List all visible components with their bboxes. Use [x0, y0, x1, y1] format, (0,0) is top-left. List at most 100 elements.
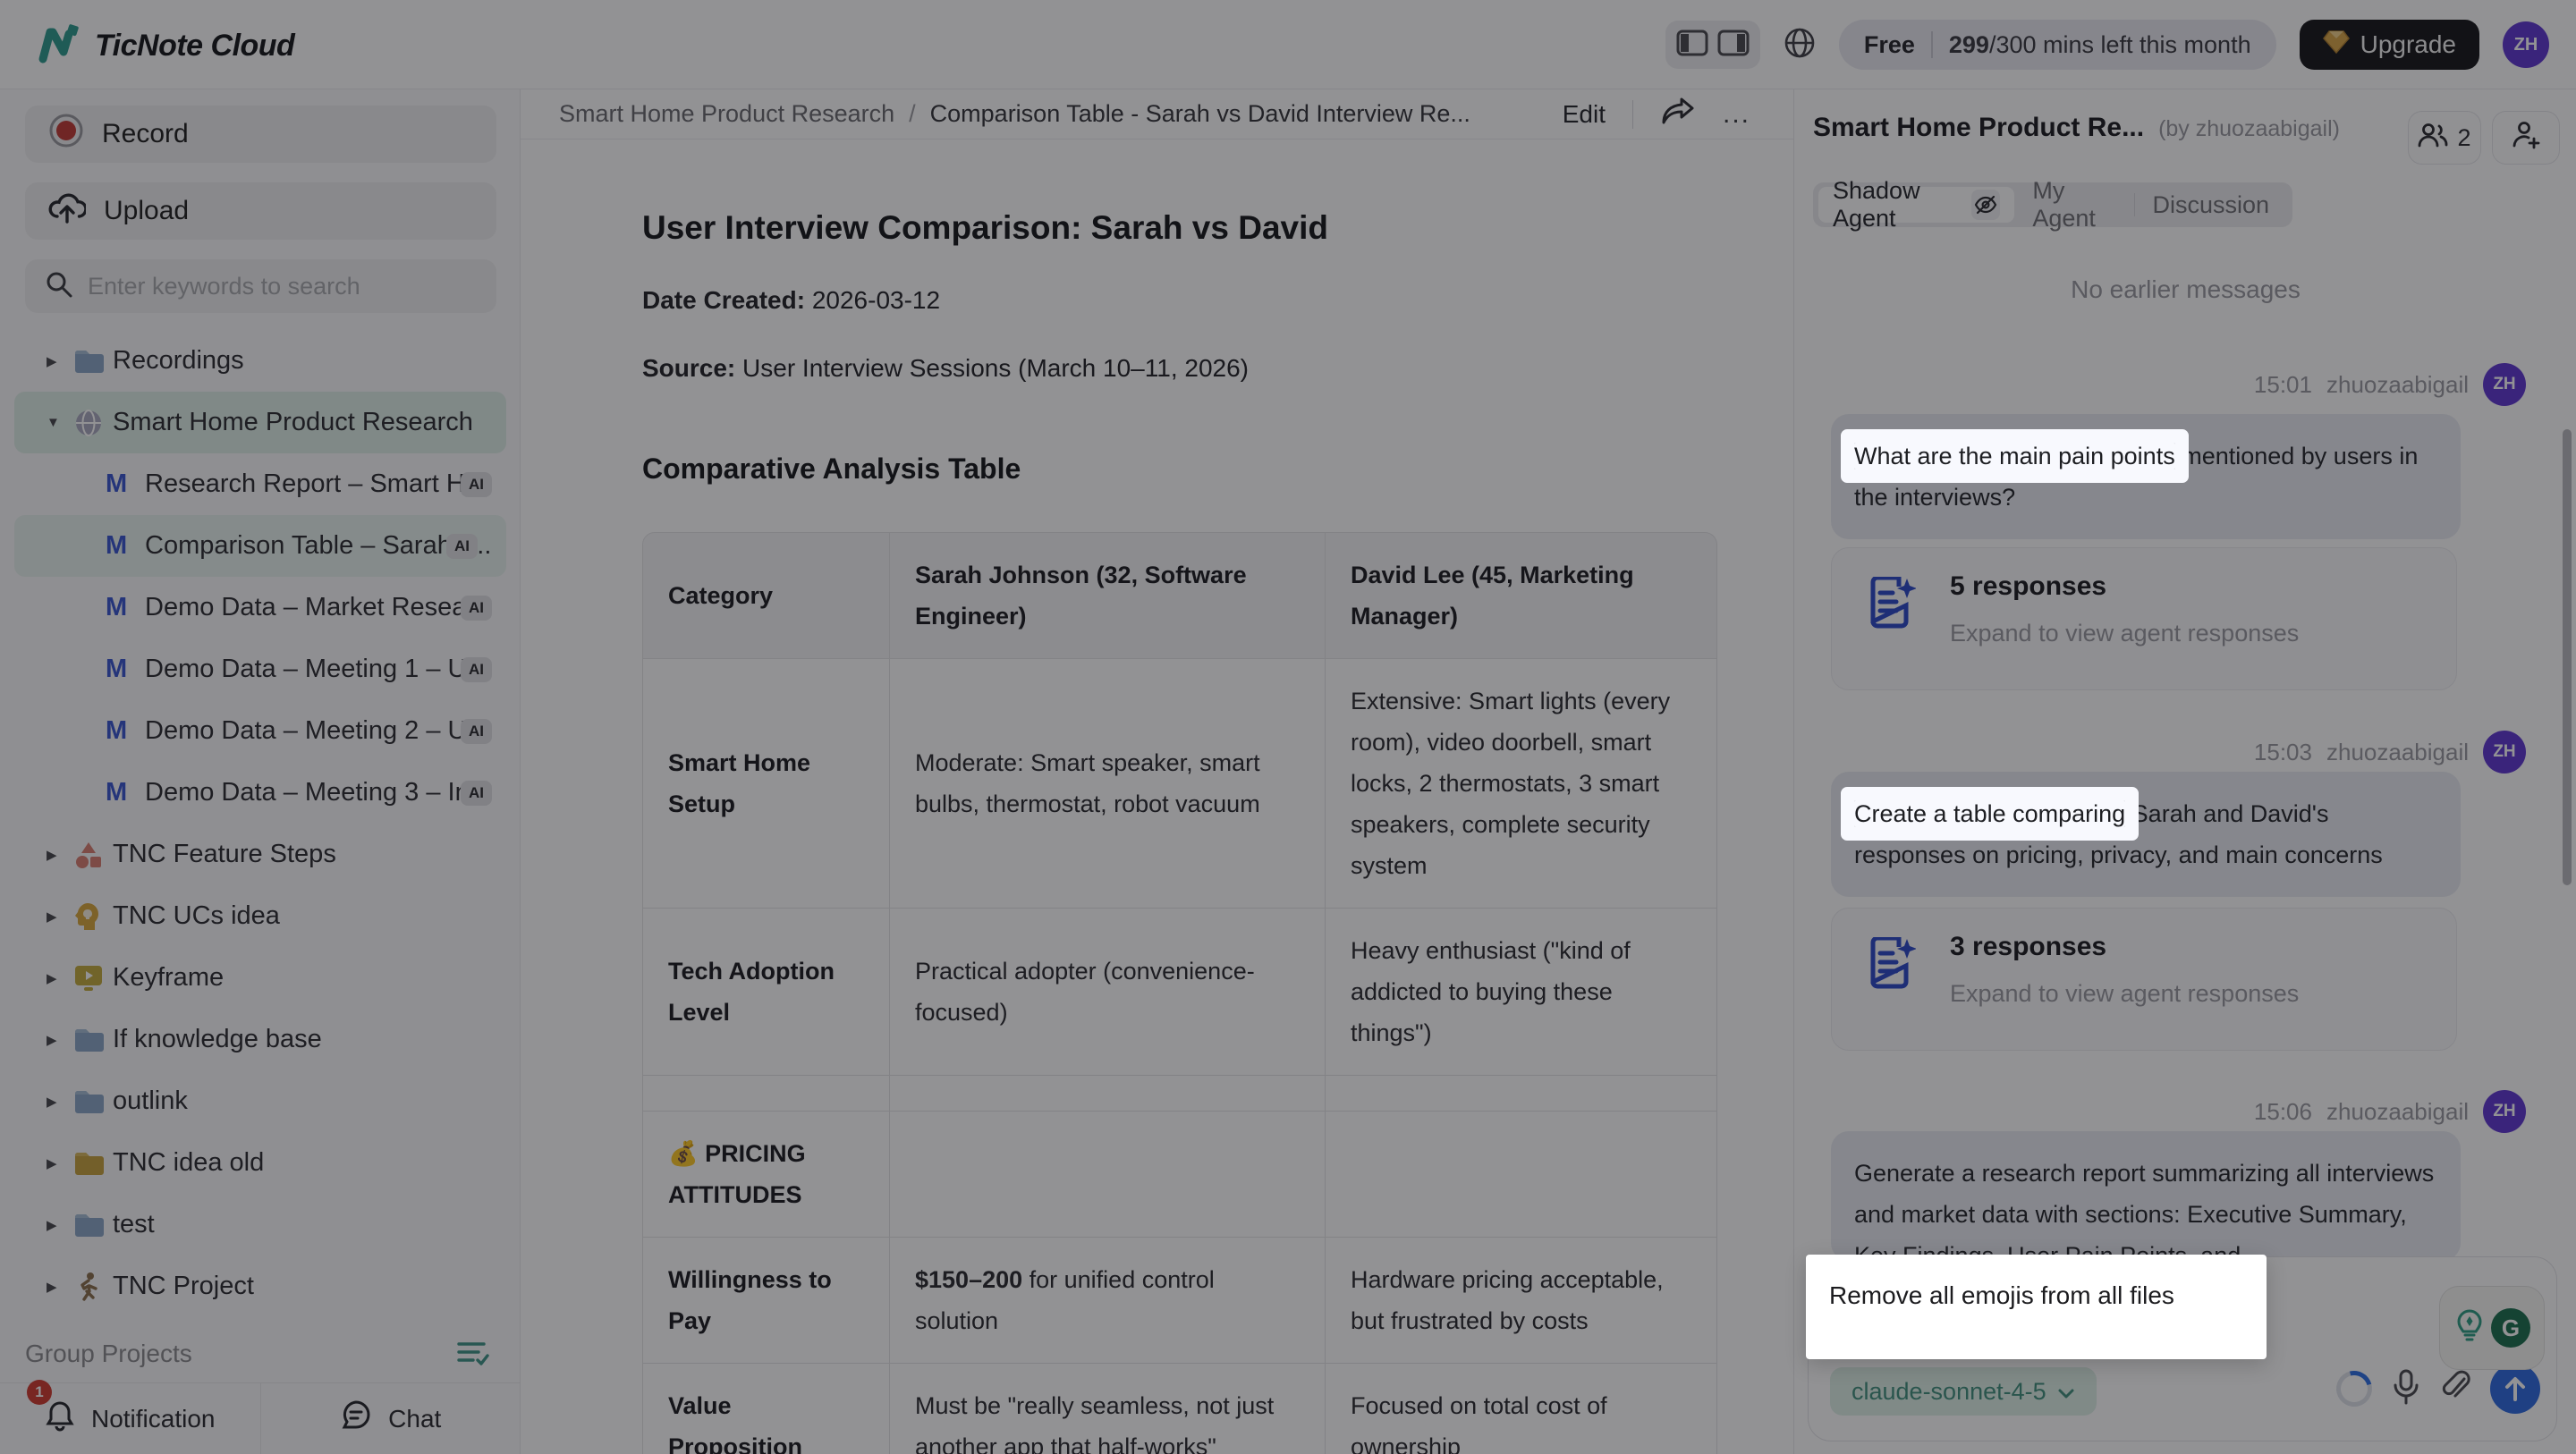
sidebar-item-tnc-idea-old[interactable]: ▶ TNC idea old [0, 1132, 521, 1194]
upload-cloud-icon [48, 191, 86, 231]
attachment-icon[interactable] [2440, 1370, 2470, 1408]
mic-icon[interactable] [2392, 1369, 2420, 1409]
sidebar-item-research-report[interactable]: M Research Report – Smart H... AI [0, 453, 521, 515]
record-button[interactable]: Record [25, 106, 496, 163]
table-row: Smart Home Setup Moderate: Smart speaker… [642, 659, 1717, 909]
message-time: 15:03 [2254, 739, 2312, 766]
ai-badge: AI [461, 719, 492, 744]
message-meta: 15:06 zhuozaabigail ZH [2254, 1090, 2526, 1133]
panel-scrollbar[interactable] [2563, 429, 2572, 885]
caret-icon[interactable]: ▶ [47, 1279, 73, 1295]
table-row: Tech Adoption Level Practical adopter (c… [642, 909, 1717, 1076]
tab-discussion[interactable]: Discussion [2134, 191, 2287, 219]
message-time: 15:01 [2254, 371, 2312, 399]
send-button[interactable] [2490, 1364, 2540, 1414]
caret-icon[interactable]: ▶ [47, 970, 73, 986]
upload-button[interactable]: Upload [25, 182, 496, 240]
search-placeholder: Enter keywords to search [88, 273, 360, 300]
eye-off-icon[interactable] [1971, 190, 2001, 220]
breadcrumb-parent[interactable]: Smart Home Product Research [559, 100, 894, 128]
members-button[interactable]: 2 [2408, 111, 2481, 165]
markdown-icon: M [106, 655, 145, 684]
folder-icon [73, 348, 113, 375]
caret-down-icon[interactable]: ▼ [47, 415, 73, 430]
folder-icon [73, 1027, 113, 1053]
sidebar-item-tnc-ucs-idea[interactable]: ▶ TNC UCs idea [0, 885, 521, 947]
caret-icon[interactable]: ▶ [47, 353, 73, 369]
left-panel-toggle-icon[interactable] [1676, 30, 1708, 61]
sidebar-item-tnc-project[interactable]: ▶ TNC Project [0, 1255, 521, 1317]
share-icon[interactable] [1660, 96, 1696, 134]
folder-icon [73, 1088, 113, 1115]
comparison-table: Category Sarah Johnson (32, Software Eng… [642, 532, 1717, 1454]
member-count: 2 [2457, 124, 2470, 152]
right-panel-toggle-icon[interactable] [1717, 30, 1750, 61]
tour-highlighted-input[interactable]: Remove all emojis from all files [1806, 1255, 2267, 1359]
upgrade-button[interactable]: Upgrade [2300, 20, 2479, 70]
chevron-down-icon [2057, 1378, 2075, 1406]
model-selector[interactable]: claude-sonnet-4-5 [1830, 1367, 2097, 1416]
sidebar-item-demo-market-research[interactable]: M Demo Data – Market Resea... AI [0, 577, 521, 638]
document-area: Smart Home Product Research / Comparison… [521, 89, 1793, 1454]
caret-icon[interactable]: ▶ [47, 1094, 73, 1110]
brand-name: TicNote Cloud [95, 29, 294, 63]
sidebar-item-outlink[interactable]: ▶ outlink [0, 1070, 521, 1132]
sidebar-item-demo-meeting-2[interactable]: M Demo Data – Meeting 2 – U... AI [0, 700, 521, 762]
runner-icon [73, 1272, 113, 1302]
project-tree: ▶ Recordings ▼ Smart Home Product Resear… [0, 330, 521, 1317]
table-row: Willingness to Pay $150–200 for unified … [642, 1238, 1717, 1364]
avatar: ZH [2483, 731, 2526, 773]
edit-button[interactable]: Edit [1563, 100, 1606, 129]
project-globe-icon [73, 408, 113, 438]
tab-shadow-agent[interactable]: Shadow Agent [1818, 187, 2014, 223]
group-projects-list-icon[interactable] [457, 1340, 489, 1373]
sidebar-item-test[interactable]: ▶ test [0, 1194, 521, 1255]
search-input[interactable]: Enter keywords to search [25, 259, 496, 313]
table-header-row: Category Sarah Johnson (32, Software Eng… [642, 532, 1717, 659]
sidebar-item-demo-meeting-3[interactable]: M Demo Data – Meeting 3 – In... AI [0, 762, 521, 824]
people-icon [2418, 122, 2448, 155]
responses-subtitle: Expand to view agent responses [1950, 620, 2299, 647]
markdown-icon: M [106, 469, 145, 499]
chat-button[interactable]: Chat [260, 1383, 521, 1454]
collaboration-panel: Smart Home Product Re... (by zhuozaabiga… [1793, 89, 2576, 1454]
message-user: zhuozaabigail [2326, 371, 2469, 399]
suggestion-bulb-icon [2453, 1308, 2486, 1348]
agent-responses-card[interactable]: 3 responses Expand to view agent respons… [1831, 908, 2457, 1051]
caret-icon[interactable]: ▶ [47, 847, 73, 863]
sidebar-item-tnc-feature-steps[interactable]: ▶ TNC Feature Steps [0, 824, 521, 885]
sidebar-item-smart-home-product-research[interactable]: ▼ Smart Home Product Research [14, 392, 506, 453]
sidebar-item-keyframe[interactable]: ▶ Keyframe [0, 947, 521, 1009]
agent-responses-card[interactable]: 5 responses Expand to view agent respons… [1831, 547, 2457, 690]
sidebar-item-demo-meeting-1[interactable]: M Demo Data – Meeting 1 – U... AI [0, 638, 521, 700]
notification-button[interactable]: 1 Notification [0, 1383, 260, 1454]
record-icon [48, 113, 84, 156]
keyframe-icon [73, 964, 113, 993]
more-options-button[interactable]: ... [1723, 99, 1750, 130]
sidebar-item-if-knowledge-base[interactable]: ▶ If knowledge base [0, 1009, 521, 1070]
chat-message: Create a table comparing Sarah and David… [1831, 772, 2461, 897]
message-user: zhuozaabigail [2326, 1098, 2469, 1126]
sidebar-item-comparison-table[interactable]: M Comparison Table – Sarah v... AI [14, 515, 506, 577]
caret-icon[interactable]: ▶ [47, 1217, 73, 1233]
caret-icon[interactable]: ▶ [47, 909, 73, 925]
markdown-icon: M [106, 716, 145, 746]
group-projects-label: Group Projects [25, 1340, 192, 1368]
caret-icon[interactable]: ▶ [47, 1032, 73, 1048]
tour-highlighted-text: Create a table comparing [1854, 800, 2125, 827]
panel-toggle-group [1665, 21, 1760, 69]
caret-icon[interactable]: ▶ [47, 1155, 73, 1171]
doc-sparkle-icon [1866, 577, 1916, 633]
assistant-widget[interactable]: G [2439, 1286, 2545, 1370]
message-time: 15:06 [2254, 1098, 2312, 1126]
person-add-icon [2511, 121, 2541, 156]
plan-usage-badge: Free 299/300 mins left this month [1839, 20, 2276, 70]
bell-icon: 1 [45, 1399, 75, 1438]
sidebar-item-recordings[interactable]: ▶ Recordings [0, 330, 521, 392]
globe-icon[interactable] [1784, 27, 1816, 63]
folder-icon [73, 1212, 113, 1238]
invite-member-button[interactable] [2492, 111, 2560, 165]
ai-badge: AI [446, 534, 478, 559]
tab-my-agent[interactable]: My Agent [2014, 177, 2133, 232]
user-avatar[interactable]: ZH [2503, 21, 2549, 68]
